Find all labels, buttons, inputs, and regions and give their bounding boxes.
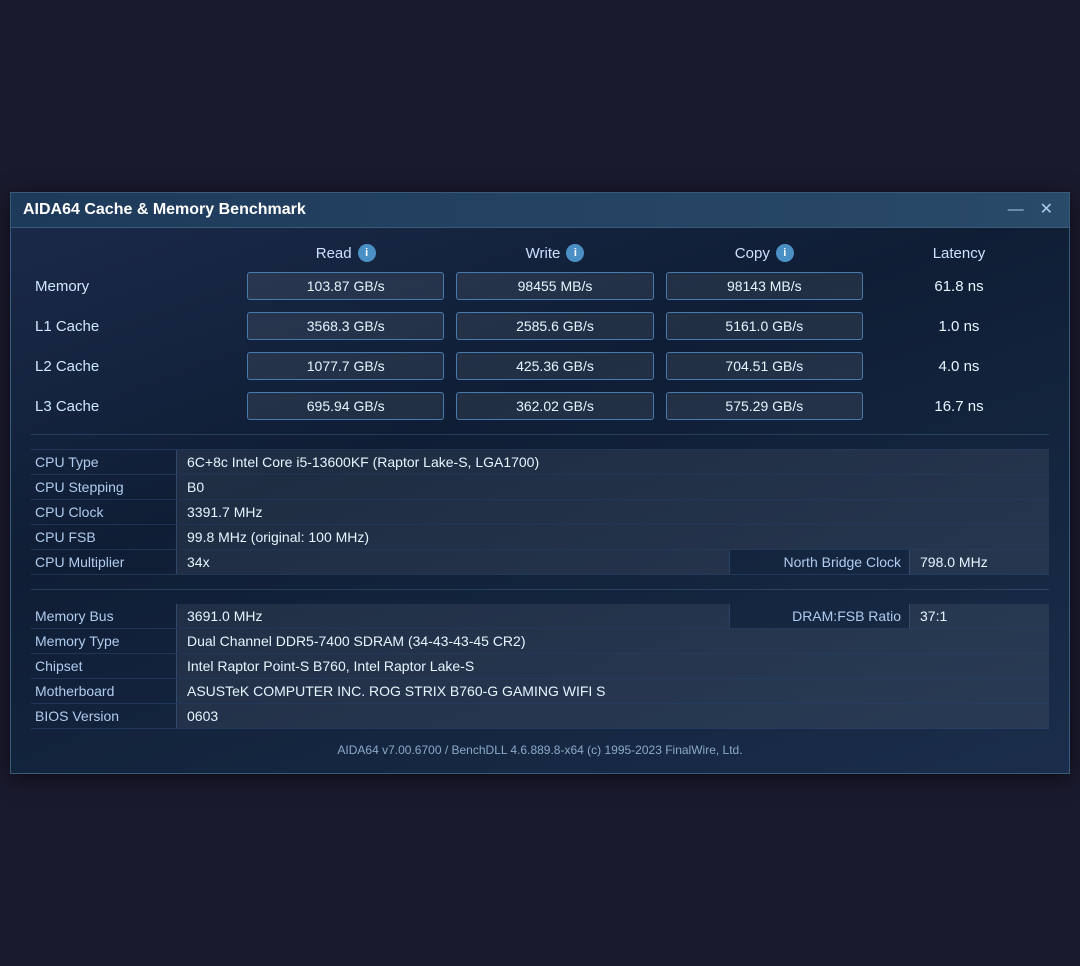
bios-label: BIOS Version (31, 704, 176, 728)
dram-ratio-label: DRAM:FSB Ratio (729, 604, 909, 628)
cpu-type-label: CPU Type (31, 450, 176, 474)
dram-ratio-value: 37:1 (909, 604, 1049, 628)
header-read: Read i (241, 244, 450, 262)
motherboard-label: Motherboard (31, 679, 176, 703)
mem-bus-row: Memory Bus 3691.0 MHz DRAM:FSB Ratio 37:… (31, 604, 1049, 629)
latency-value: 61.8 ns (869, 278, 1049, 295)
write-info-icon[interactable]: i (566, 244, 584, 262)
table-row: L1 Cache 3568.3 GB/s 2585.6 GB/s 5161.0 … (31, 312, 1049, 340)
table-row: Memory 103.87 GB/s 98455 MB/s 98143 MB/s… (31, 272, 1049, 300)
chipset-row: Chipset Intel Raptor Point-S B760, Intel… (31, 654, 1049, 679)
table-row: L2 Cache 1077.7 GB/s 425.36 GB/s 704.51 … (31, 352, 1049, 380)
bios-row: BIOS Version 0603 (31, 704, 1049, 729)
cpu-type-row: CPU Type 6C+8c Intel Core i5-13600KF (Ra… (31, 449, 1049, 475)
cpu-mult-value: 34x (176, 550, 729, 574)
mem-bus-label: Memory Bus (31, 604, 176, 628)
window-controls: — ✕ (1004, 202, 1057, 218)
divider-2 (31, 589, 1049, 590)
cpu-clock-label: CPU Clock (31, 500, 176, 524)
cpu-stepping-row: CPU Stepping B0 (31, 475, 1049, 500)
latency-value: 1.0 ns (869, 318, 1049, 335)
footer-text: AIDA64 v7.00.6700 / BenchDLL 4.6.889.8-x… (31, 743, 1049, 761)
minimize-button[interactable]: — (1004, 202, 1028, 218)
write-value: 2585.6 GB/s (456, 312, 653, 340)
window-title: AIDA64 Cache & Memory Benchmark (23, 201, 306, 219)
nb-clock-value: 798.0 MHz (909, 550, 1049, 574)
read-value: 3568.3 GB/s (247, 312, 444, 340)
mem-type-row: Memory Type Dual Channel DDR5-7400 SDRAM… (31, 629, 1049, 654)
nb-clock-label: North Bridge Clock (729, 550, 909, 574)
copy-value: 5161.0 GB/s (666, 312, 863, 340)
row-label: Memory (31, 278, 241, 295)
bios-value: 0603 (176, 704, 1049, 728)
table-row: L3 Cache 695.94 GB/s 362.02 GB/s 575.29 … (31, 392, 1049, 420)
cpu-fsb-label: CPU FSB (31, 525, 176, 549)
cpu-type-value: 6C+8c Intel Core i5-13600KF (Raptor Lake… (176, 450, 1049, 474)
copy-info-icon[interactable]: i (776, 244, 794, 262)
motherboard-row: Motherboard ASUSTeK COMPUTER INC. ROG ST… (31, 679, 1049, 704)
latency-value: 4.0 ns (869, 358, 1049, 375)
column-headers: Read i Write i Copy i Latency (31, 244, 1049, 262)
row-label: L3 Cache (31, 398, 241, 415)
read-info-icon[interactable]: i (358, 244, 376, 262)
copy-value: 704.51 GB/s (666, 352, 863, 380)
chipset-value: Intel Raptor Point-S B760, Intel Raptor … (176, 654, 1049, 678)
latency-value: 16.7 ns (869, 398, 1049, 415)
copy-value: 575.29 GB/s (666, 392, 863, 420)
mem-bus-value: 3691.0 MHz (176, 604, 729, 628)
copy-value: 98143 MB/s (666, 272, 863, 300)
write-value: 362.02 GB/s (456, 392, 653, 420)
system-info-section: CPU Type 6C+8c Intel Core i5-13600KF (Ra… (31, 449, 1049, 575)
header-write: Write i (450, 244, 659, 262)
memory-info-section: Memory Bus 3691.0 MHz DRAM:FSB Ratio 37:… (31, 604, 1049, 729)
cpu-fsb-row: CPU FSB 99.8 MHz (original: 100 MHz) (31, 525, 1049, 550)
mem-type-value: Dual Channel DDR5-7400 SDRAM (34-43-43-4… (176, 629, 1049, 653)
row-label: L1 Cache (31, 318, 241, 335)
header-copy: Copy i (660, 244, 869, 262)
read-value: 1077.7 GB/s (247, 352, 444, 380)
cpu-clock-row: CPU Clock 3391.7 MHz (31, 500, 1049, 525)
divider-1 (31, 434, 1049, 435)
cpu-clock-value: 3391.7 MHz (176, 500, 1049, 524)
main-window: AIDA64 Cache & Memory Benchmark — ✕ Read… (10, 192, 1070, 774)
header-latency: Latency (869, 245, 1049, 262)
cpu-stepping-value: B0 (176, 475, 1049, 499)
cpu-mult-row: CPU Multiplier 34x North Bridge Clock 79… (31, 550, 1049, 575)
read-value: 695.94 GB/s (247, 392, 444, 420)
cpu-mult-label: CPU Multiplier (31, 550, 176, 574)
content-area: Read i Write i Copy i Latency Memory 103… (11, 228, 1069, 773)
write-value: 425.36 GB/s (456, 352, 653, 380)
write-value: 98455 MB/s (456, 272, 653, 300)
title-bar: AIDA64 Cache & Memory Benchmark — ✕ (11, 193, 1069, 228)
cpu-fsb-value: 99.8 MHz (original: 100 MHz) (176, 525, 1049, 549)
benchmark-rows: Memory 103.87 GB/s 98455 MB/s 98143 MB/s… (31, 272, 1049, 420)
mem-type-label: Memory Type (31, 629, 176, 653)
close-button[interactable]: ✕ (1036, 202, 1057, 218)
cpu-stepping-label: CPU Stepping (31, 475, 176, 499)
read-value: 103.87 GB/s (247, 272, 444, 300)
row-label: L2 Cache (31, 358, 241, 375)
chipset-label: Chipset (31, 654, 176, 678)
motherboard-value: ASUSTeK COMPUTER INC. ROG STRIX B760-G G… (176, 679, 1049, 703)
